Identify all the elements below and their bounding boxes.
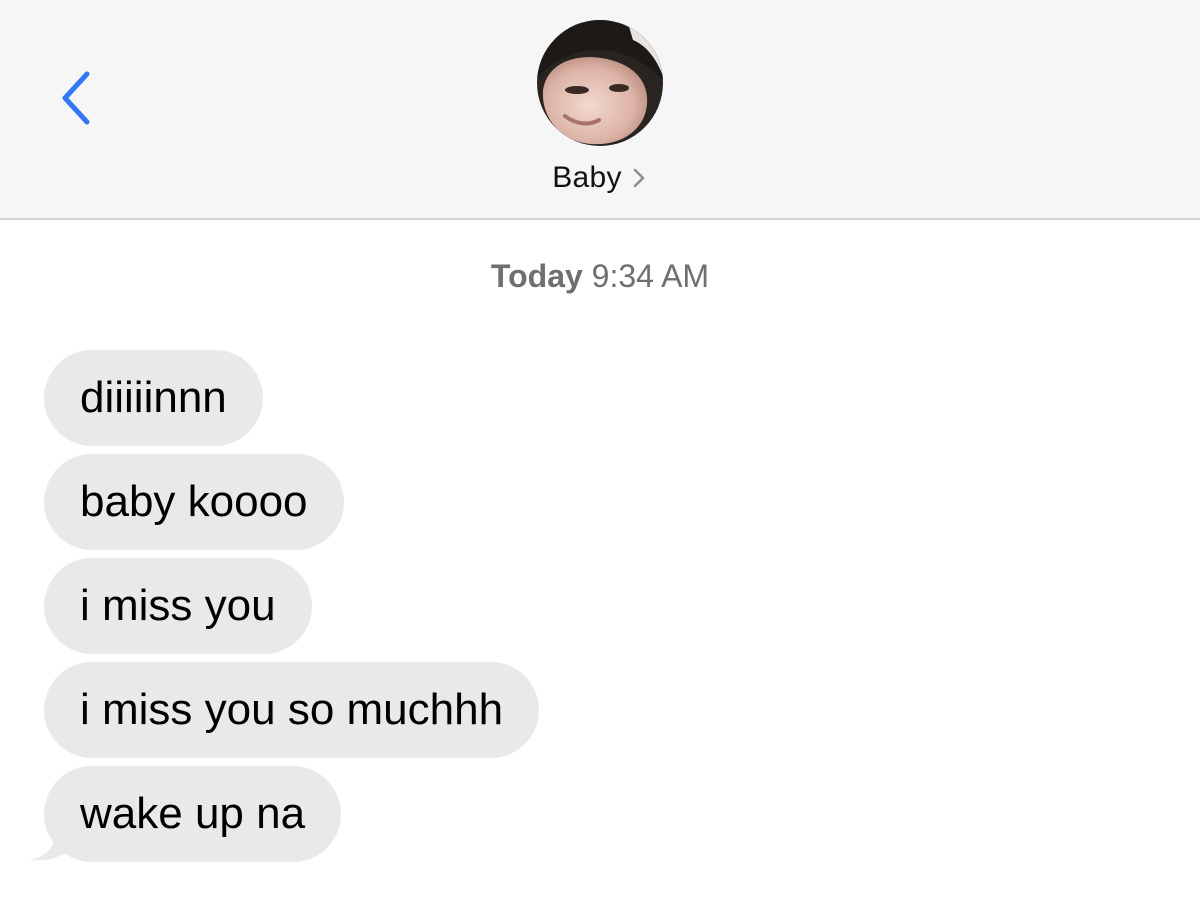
back-button[interactable] (44, 62, 108, 134)
timestamp-day: Today (490, 258, 583, 294)
incoming-message-bubble[interactable]: diiiiinnn (44, 350, 263, 446)
message-list: diiiiinnn baby koooo i miss you i miss y… (30, 350, 540, 870)
incoming-message-bubble[interactable]: wake up na (30, 766, 342, 862)
chevron-right-icon (632, 166, 648, 190)
contact-name: Baby (552, 161, 622, 194)
incoming-message-text: wake up na (80, 789, 306, 838)
message-timestamp: Today 9:34 AM (0, 258, 1200, 295)
contact-name-row[interactable]: Baby (500, 158, 700, 198)
messages-screen: Baby Today 9:34 AM diiiiinnn baby koooo … (0, 0, 1200, 907)
contact-photo (537, 20, 663, 146)
incoming-message-bubble[interactable]: i miss you (44, 558, 312, 654)
contact-details-button[interactable]: Baby (500, 20, 700, 200)
avatar[interactable] (537, 20, 663, 146)
timestamp-time: 9:34 AM (591, 258, 710, 294)
incoming-message-bubble[interactable]: i miss you so muchhh (44, 662, 540, 758)
chevron-left-icon (62, 71, 90, 125)
bubble-tail-icon (30, 828, 72, 861)
conversation-header: Baby (0, 0, 1200, 220)
incoming-message-bubble[interactable]: baby koooo (44, 454, 344, 550)
